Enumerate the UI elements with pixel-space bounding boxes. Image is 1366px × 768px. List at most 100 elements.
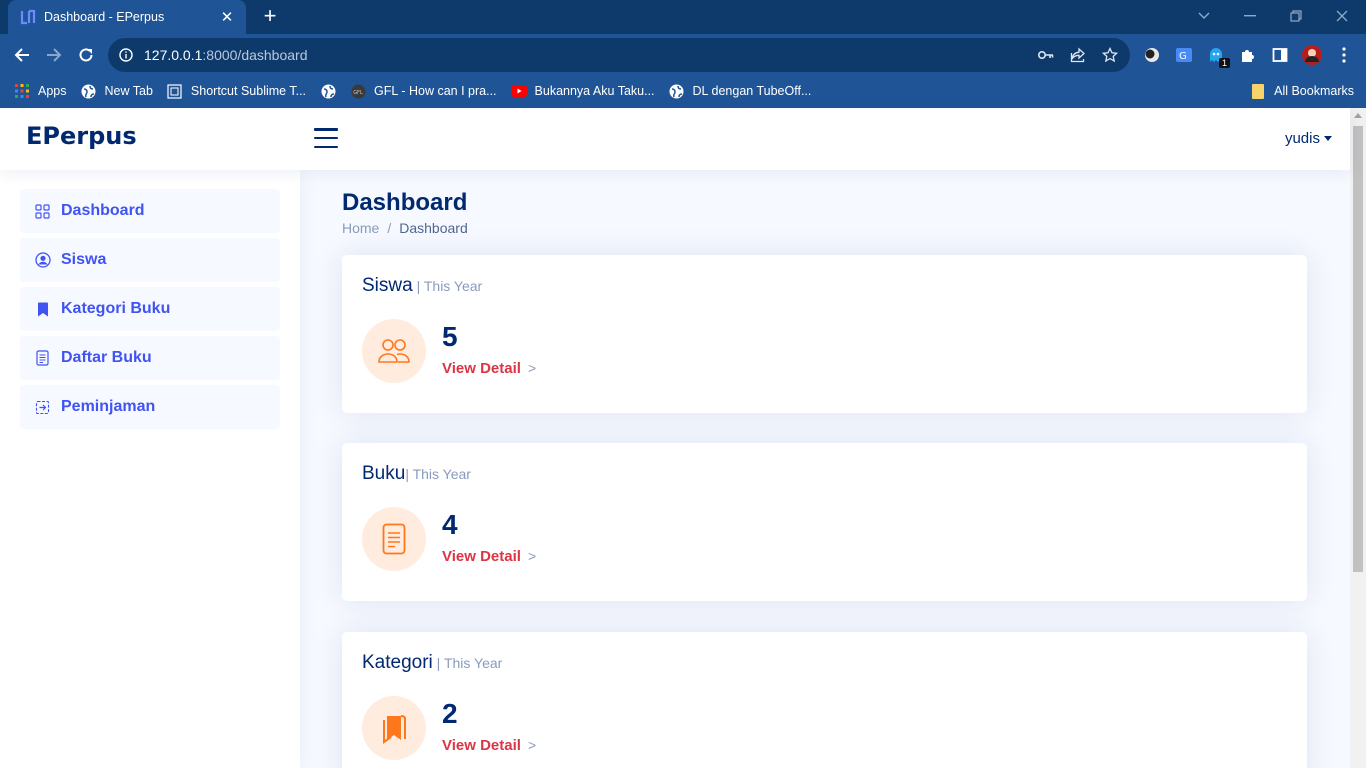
page-icon xyxy=(167,83,183,99)
app-header: EPerpus yudis xyxy=(0,108,1350,170)
extension-ball-icon[interactable] xyxy=(1140,43,1164,67)
url-text: 127.0.0.1:8000/dashboard xyxy=(144,47,308,63)
extension-badge: 1 xyxy=(1218,58,1230,68)
bookmark-label: DL dengan TubeOff... xyxy=(692,84,812,98)
minimize-icon[interactable] xyxy=(1236,4,1264,28)
tab-search-icon[interactable] xyxy=(1190,4,1218,28)
folder-icon xyxy=(1250,83,1266,99)
sidebar-item-label: Dashboard xyxy=(61,202,145,219)
page-title: Dashboard xyxy=(342,189,468,216)
person-circle-icon xyxy=(34,252,51,269)
breadcrumb-home[interactable]: Home xyxy=(342,220,379,236)
close-window-icon[interactable] xyxy=(1328,4,1356,28)
svg-text:G: G xyxy=(1179,51,1187,62)
kategori-count: 2 xyxy=(442,698,458,729)
gfl-icon: GFL xyxy=(350,83,366,99)
bookmark-shortcut-sublime[interactable]: Shortcut Sublime T... xyxy=(167,83,306,99)
sidebar-item-siswa[interactable]: Siswa xyxy=(20,238,280,282)
bookmarks-icon xyxy=(362,696,426,760)
bookmark-label: GFL - How can I pra... xyxy=(374,84,497,98)
globe-icon xyxy=(320,83,336,99)
bookmark-label: Shortcut Sublime T... xyxy=(190,84,307,98)
breadcrumb-current: Dashboard xyxy=(399,220,468,236)
grid-icon xyxy=(34,203,51,220)
reload-icon[interactable] xyxy=(73,42,99,68)
restore-icon[interactable] xyxy=(1282,4,1310,28)
globe-icon xyxy=(669,83,685,99)
extension-ghost-icon[interactable]: 1 xyxy=(1204,43,1230,68)
globe-icon xyxy=(81,83,97,99)
share-icon[interactable] xyxy=(1066,43,1090,67)
chevron-right-icon: > xyxy=(528,360,537,376)
all-bookmarks[interactable]: All Bookmarks xyxy=(1250,74,1354,108)
bookmark-label: New Tab xyxy=(104,84,153,98)
app-logo[interactable]: EPerpus xyxy=(26,122,137,150)
people-icon xyxy=(362,319,426,383)
site-info-icon[interactable] xyxy=(108,48,144,62)
user-name: yudis xyxy=(1284,130,1320,147)
user-dropdown[interactable]: yudis xyxy=(1285,130,1332,147)
all-bookmarks-label: All Bookmarks xyxy=(1274,84,1354,98)
siswa-count: 5 xyxy=(442,321,458,352)
sidebar-item-label: Daftar Buku xyxy=(61,349,152,366)
svg-text:GFL: GFL xyxy=(353,90,363,96)
buku-card: Buku| This Year 4 View Detail > xyxy=(342,443,1307,601)
youtube-icon xyxy=(510,83,527,99)
browser-toolbar: 127.0.0.1:8000/dashboard G 1 xyxy=(0,34,1366,74)
caret-down-icon xyxy=(1324,136,1332,141)
eperpus-favicon-icon xyxy=(20,9,36,25)
sidebar-item-label: Siswa xyxy=(61,251,107,268)
side-panel-icon[interactable] xyxy=(1268,43,1292,67)
main-content: Dashboard Home / Dashboard Siswa | This … xyxy=(300,170,1350,768)
toggle-sidebar-icon[interactable] xyxy=(314,126,338,150)
address-bar[interactable]: 127.0.0.1:8000/dashboard xyxy=(108,38,1130,72)
sidebar-item-peminjaman[interactable]: Peminjaman xyxy=(20,385,280,429)
bookmark-label: Bukannya Aku Taku... xyxy=(534,84,655,98)
scroll-up-icon[interactable] xyxy=(1354,113,1362,118)
translate-icon[interactable]: G xyxy=(1172,43,1196,67)
bookmark-tubeoffline[interactable]: DL dengan TubeOff... xyxy=(669,83,812,99)
bookmark-new-tab[interactable]: New Tab xyxy=(81,83,153,99)
chevron-right-icon: > xyxy=(528,548,537,564)
bookmark-apps[interactable]: Apps xyxy=(14,83,67,99)
back-arrow-icon[interactable] xyxy=(9,42,35,68)
siswa-view-detail-link[interactable]: View Detail xyxy=(442,360,521,377)
sidebar-item-label: Kategori Buku xyxy=(61,300,171,317)
tab-title: Dashboard - EPerpus xyxy=(44,10,165,24)
card-title: Kategori | This Year xyxy=(362,652,503,673)
page-scrollbar[interactable] xyxy=(1350,108,1366,768)
browser-titlebar: Dashboard - EPerpus ✕ + xyxy=(0,0,1366,34)
chevron-right-icon: > xyxy=(528,737,537,753)
card-title: Siswa | This Year xyxy=(362,275,483,296)
bookmarks-bar: Apps New Tab Shortcut Sublime T... GFL G… xyxy=(0,74,1366,108)
star-icon[interactable] xyxy=(1098,43,1122,67)
sidebar-item-daftar-buku[interactable]: Daftar Buku xyxy=(20,336,280,380)
bookmark-icon xyxy=(34,301,51,318)
bookmark-youtube[interactable]: Bukannya Aku Taku... xyxy=(510,83,655,99)
tab-close-icon[interactable]: ✕ xyxy=(218,8,236,26)
sidebar: Dashboard Siswa Kategori Buku Daftar Buk… xyxy=(0,170,300,768)
forward-arrow-icon[interactable] xyxy=(41,42,67,68)
bookmark-globe[interactable] xyxy=(320,83,336,99)
document-icon xyxy=(34,350,51,367)
sidebar-item-dashboard[interactable]: Dashboard xyxy=(20,189,280,233)
buku-view-detail-link[interactable]: View Detail xyxy=(442,548,521,565)
new-tab-button[interactable]: + xyxy=(258,5,282,29)
profile-avatar[interactable] xyxy=(1300,43,1324,67)
sidebar-item-label: Peminjaman xyxy=(61,398,156,415)
browser-tab[interactable]: Dashboard - EPerpus ✕ xyxy=(8,0,246,34)
kategori-card: Kategori | This Year 2 View Detail > xyxy=(342,632,1307,768)
kategori-view-detail-link[interactable]: View Detail xyxy=(442,737,521,754)
puzzle-icon[interactable] xyxy=(1236,43,1260,67)
bookmark-gfl[interactable]: GFL GFL - How can I pra... xyxy=(350,83,497,99)
breadcrumb: Home / Dashboard xyxy=(342,220,468,236)
siswa-card: Siswa | This Year 5 View Detail > xyxy=(342,255,1307,413)
sidebar-item-kategori-buku[interactable]: Kategori Buku xyxy=(20,287,280,331)
bookmark-label: Apps xyxy=(38,84,67,98)
box-arrow-in-icon xyxy=(34,399,51,416)
document-icon xyxy=(362,507,426,571)
browser-menu-icon[interactable] xyxy=(1332,43,1356,67)
key-icon[interactable] xyxy=(1034,43,1058,67)
scrollbar-thumb[interactable] xyxy=(1353,126,1363,572)
breadcrumb-separator: / xyxy=(387,220,392,236)
